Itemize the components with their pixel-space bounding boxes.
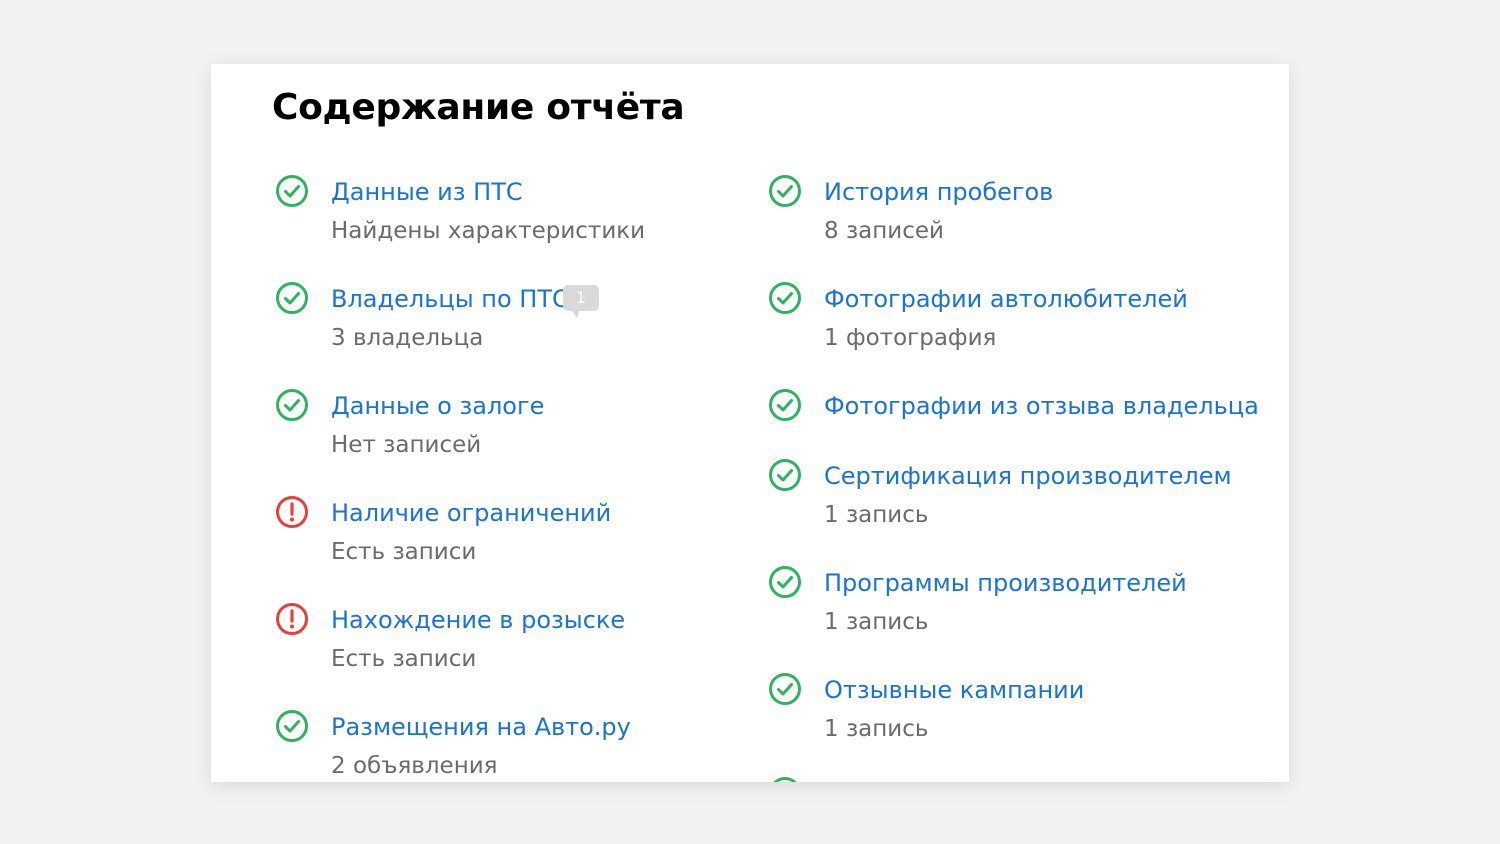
report-item-detail: Найдены характеристики xyxy=(331,218,646,244)
check-circle-icon xyxy=(768,174,802,208)
report-item-recall-campaigns[interactable]: Отзывные кампании 1 запись xyxy=(765,672,1235,754)
exclamation-circle-icon xyxy=(275,495,309,529)
report-item-owners[interactable]: Владельцы по ПТС 1 3 владельца xyxy=(272,281,742,363)
report-item-link[interactable]: Владельцы по ПТС xyxy=(331,283,569,315)
check-circle-icon xyxy=(275,709,309,743)
check-circle-icon xyxy=(768,672,802,706)
report-item-enthusiast-photos[interactable]: Фотографии автолюбителей 1 фотография xyxy=(765,281,1235,363)
report-item-link[interactable]: Сертификация производителем xyxy=(824,460,1232,492)
check-circle-icon xyxy=(275,388,309,422)
report-item-detail: Есть записи xyxy=(331,646,477,672)
check-circle-icon xyxy=(768,565,802,599)
check-circle-icon xyxy=(768,281,802,315)
report-item-link[interactable]: Данные из ПТС xyxy=(331,176,523,208)
check-circle-icon xyxy=(768,388,802,422)
exclamation-circle-icon xyxy=(275,602,309,636)
report-item-detail: 1 запись xyxy=(824,502,929,528)
report-item-restrictions[interactable]: Наличие ограничений Есть записи xyxy=(272,495,742,577)
check-circle-icon xyxy=(768,776,802,782)
page-title: Содержание отчёта xyxy=(272,87,685,128)
report-item-wanted[interactable]: Нахождение в розыске Есть записи xyxy=(272,602,742,684)
check-circle-icon xyxy=(768,458,802,492)
report-item-mileage-history[interactable]: История пробегов 8 записей xyxy=(765,174,1235,256)
report-item-link[interactable]: Данные о залоге xyxy=(331,390,544,422)
report-item-link[interactable]: История пробегов xyxy=(824,176,1053,208)
report-item-pts-data[interactable]: Данные из ПТС Найдены характеристики xyxy=(272,174,742,256)
report-item-manufacturer-programs[interactable]: Программы производителей 1 запись xyxy=(765,565,1235,647)
report-item-link[interactable]: Отзывные кампании xyxy=(824,674,1084,706)
report-item-review-photos[interactable]: Фотографии из отзыва владельца xyxy=(765,388,1259,430)
report-item-detail: Есть записи xyxy=(331,539,477,565)
report-item-pledge[interactable]: Данные о залоге Нет записей xyxy=(272,388,742,470)
report-item-detail: Нет записей xyxy=(331,432,482,458)
report-item-detail: 3 владельца xyxy=(331,325,484,351)
report-item-detail: 1 запись xyxy=(824,716,929,742)
report-item-link[interactable]: Нахождение в розыске xyxy=(331,604,625,636)
report-item-link[interactable]: Фотографии автолюбителей xyxy=(824,283,1188,315)
check-circle-icon xyxy=(275,174,309,208)
report-contents-card: Содержание отчёта Данные из ПТС Найдены … xyxy=(211,64,1289,782)
report-item-detail: 8 записей xyxy=(824,218,944,244)
report-item-detail: 1 фотография xyxy=(824,325,997,351)
report-item-autoru-listings[interactable]: Размещения на Авто.ру 2 объявления xyxy=(272,709,742,782)
report-item-detail: 1 запись xyxy=(824,609,929,635)
report-item-partial[interactable] xyxy=(765,776,1235,782)
check-circle-icon xyxy=(275,281,309,315)
report-item-link[interactable]: Фотографии из отзыва владельца xyxy=(824,390,1259,422)
report-item-manufacturer-certification[interactable]: Сертификация производителем 1 запись xyxy=(765,458,1235,540)
report-item-link[interactable]: Программы производителей xyxy=(824,567,1187,599)
report-item-link[interactable]: Наличие ограничений xyxy=(331,497,611,529)
report-item-detail: 2 объявления xyxy=(331,753,498,779)
report-item-link[interactable]: Размещения на Авто.ру xyxy=(331,711,631,743)
comment-count-badge[interactable]: 1 xyxy=(563,285,599,318)
